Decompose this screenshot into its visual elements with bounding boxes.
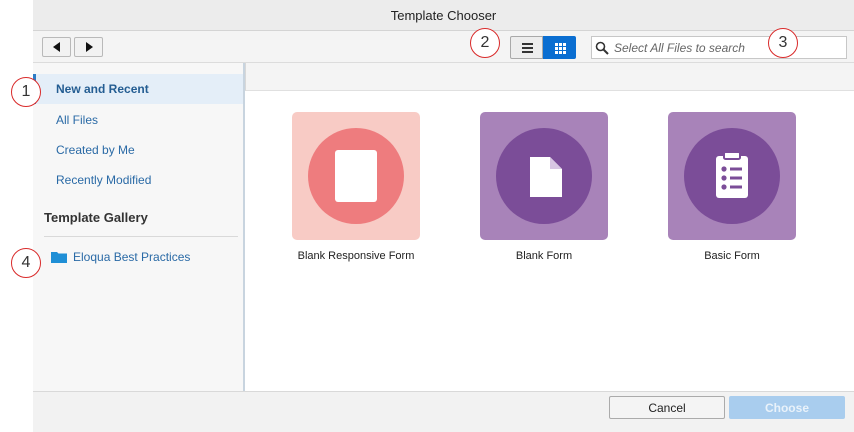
grid-view-button[interactable]: [543, 36, 576, 59]
blank-page-icon: [335, 150, 377, 202]
sidebar-item-recently-modified[interactable]: Recently Modified: [33, 165, 243, 195]
back-button[interactable]: [42, 37, 71, 57]
gallery-item-label: Eloqua Best Practices: [73, 250, 191, 264]
template-label: Blank Form: [515, 250, 573, 262]
list-view-button[interactable]: [510, 36, 543, 59]
folder-icon: [51, 252, 67, 263]
callout-2: 2: [470, 28, 500, 58]
template-thumbnail: [668, 112, 796, 240]
template-tile-blank-responsive-form[interactable]: Blank Responsive Form: [273, 112, 433, 287]
cancel-button[interactable]: Cancel: [609, 396, 725, 419]
sidebar: New and Recent All Files Created by Me R…: [33, 63, 245, 391]
template-icon-circle: [496, 128, 592, 224]
content-header-bar: [245, 63, 854, 91]
sidebar-item-created-by-me[interactable]: Created by Me: [33, 135, 243, 165]
callout-3: 3: [768, 28, 798, 58]
dialog-footer: Cancel Choose: [33, 391, 854, 432]
sidebar-divider: [44, 236, 238, 237]
search-input[interactable]: [614, 38, 842, 57]
triangle-left-icon: [53, 42, 60, 52]
callout-1: 1: [11, 77, 41, 107]
template-icon-circle: [684, 128, 780, 224]
document-icon: [530, 157, 562, 197]
triangle-right-icon: [86, 42, 93, 52]
search-icon: [595, 41, 609, 55]
toolbar: [33, 31, 854, 63]
template-grid: Blank Responsive Form Blank Form Basic F…: [245, 91, 854, 391]
template-thumbnail: [292, 112, 420, 240]
template-icon-circle: [308, 128, 404, 224]
template-label: Blank Responsive Form: [297, 250, 415, 262]
dialog-title: Template Chooser: [33, 0, 854, 31]
grid-icon: [555, 43, 566, 54]
template-thumbnail: [480, 112, 608, 240]
clipboard-form-icon: [716, 151, 748, 198]
forward-button[interactable]: [74, 37, 103, 57]
choose-button[interactable]: Choose: [729, 396, 845, 419]
search-box[interactable]: [591, 36, 847, 59]
template-label: Basic Form: [704, 250, 760, 262]
list-icon: [522, 43, 533, 53]
sidebar-item-all-files[interactable]: All Files: [33, 105, 243, 135]
sidebar-item-new-and-recent[interactable]: New and Recent: [33, 74, 243, 104]
template-tile-blank-form[interactable]: Blank Form: [461, 112, 621, 287]
callout-4: 4: [11, 248, 41, 278]
template-gallery-heading: Template Gallery: [44, 210, 148, 225]
template-tile-basic-form[interactable]: Basic Form: [649, 112, 809, 287]
template-chooser-dialog: Template Chooser Select All Files to sea…: [0, 0, 854, 432]
